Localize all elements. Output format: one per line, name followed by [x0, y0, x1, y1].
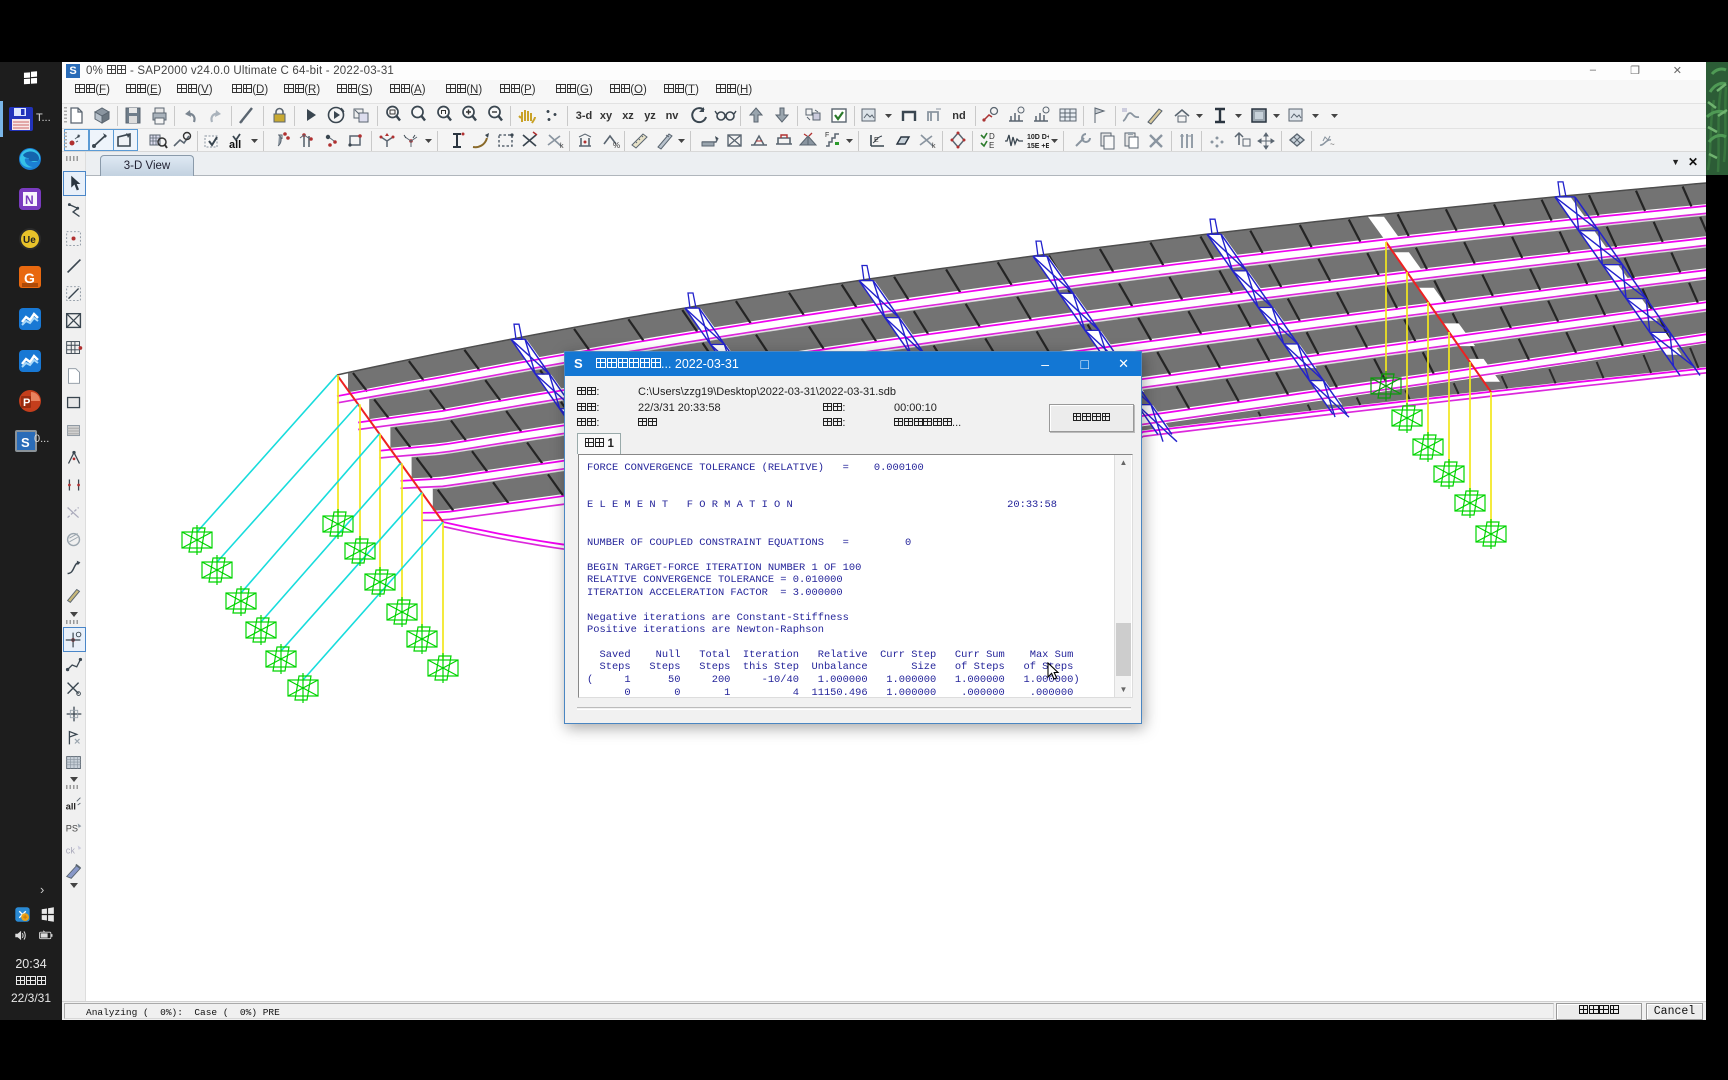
- svg-text:ck: ck: [66, 846, 76, 856]
- svg-text:k: k: [560, 143, 564, 150]
- svg-text:3-d: 3-d: [576, 110, 593, 122]
- svg-text:all: all: [66, 802, 76, 812]
- svg-text:S: S: [21, 435, 30, 450]
- svg-text:xy: xy: [600, 110, 613, 122]
- svg-text:PS: PS: [66, 824, 78, 834]
- svg-text:~: ~: [1330, 140, 1335, 149]
- svg-text:D: D: [989, 132, 995, 141]
- svg-text:nv: nv: [666, 110, 680, 122]
- svg-text:%: %: [613, 141, 620, 150]
- svg-text:nd: nd: [952, 110, 965, 122]
- svg-text:E: E: [989, 141, 994, 150]
- svg-text:yz: yz: [644, 110, 656, 122]
- svg-text:E: E: [874, 137, 879, 144]
- svg-text:N: N: [25, 193, 34, 207]
- svg-text:all: all: [229, 139, 241, 151]
- svg-text:xz: xz: [622, 110, 634, 122]
- svg-text:k: k: [932, 143, 936, 150]
- svg-text:P: P: [23, 397, 30, 409]
- svg-text:10D D+L: 10D D+L: [1027, 134, 1049, 141]
- svg-text:F: F: [825, 132, 829, 139]
- svg-text:15E +E: 15E +E: [1027, 143, 1049, 150]
- svg-text:Ue: Ue: [23, 235, 36, 246]
